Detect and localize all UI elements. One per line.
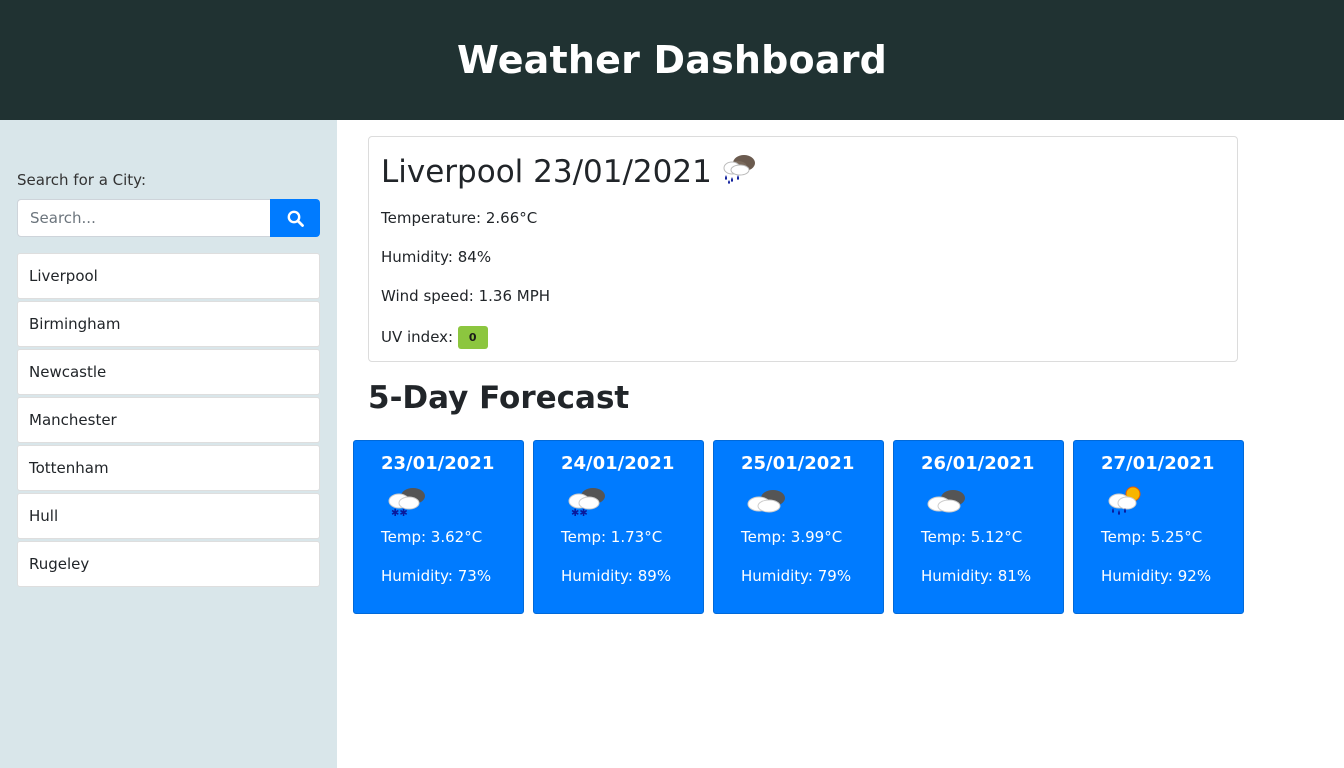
search-input[interactable] xyxy=(17,199,270,237)
forecast-date: 27/01/2021 xyxy=(1101,453,1215,474)
forecast-humidity: Humidity: 92% xyxy=(1101,567,1212,585)
layout: Search for a City: Liverpool Birmingham … xyxy=(0,120,1344,768)
current-city-date: Liverpool 23/01/2021 xyxy=(381,154,712,190)
search-button[interactable] xyxy=(270,199,320,237)
forecast-card: 26/01/2021 Temp: 5.12°C Humidity: 81% xyxy=(893,440,1064,614)
current-weather-card: Liverpool 23/01/2021 Temperature: 2.66°C xyxy=(368,136,1238,362)
current-uv-row: UV index: 0 xyxy=(381,326,1225,349)
forecast-title: 5-Day Forecast xyxy=(368,380,630,416)
city-item-rugeley[interactable]: Rugeley xyxy=(17,541,320,587)
uv-label: UV index: xyxy=(381,328,454,346)
current-wind-speed: Wind speed: 1.36 MPH xyxy=(381,287,551,305)
forecast-date: 25/01/2021 xyxy=(741,453,855,474)
forecast-row: 23/01/2021 ✱✱ Temp: 3.62°C Humidity: 73%… xyxy=(353,440,1344,614)
city-item-birmingham[interactable]: Birmingham xyxy=(17,301,320,347)
search-row xyxy=(17,199,320,237)
forecast-humidity: Humidity: 81% xyxy=(921,567,1032,585)
forecast-temp: Temp: 5.12°C xyxy=(921,528,1023,546)
forecast-card: 23/01/2021 ✱✱ Temp: 3.62°C Humidity: 73% xyxy=(353,440,524,614)
svg-text:✱✱: ✱✱ xyxy=(391,508,408,519)
city-item-liverpool[interactable]: Liverpool xyxy=(17,253,320,299)
app-header: Weather Dashboard xyxy=(0,0,1344,120)
page-title: Weather Dashboard xyxy=(456,38,888,82)
search-icon xyxy=(287,210,304,227)
cloud-icon xyxy=(921,482,1063,522)
city-item-tottenham[interactable]: Tottenham xyxy=(17,445,320,491)
forecast-card: 24/01/2021 ✱✱ Temp: 1.73°C Humidity: 89% xyxy=(533,440,704,614)
city-history-list: Liverpool Birmingham Newcastle Mancheste… xyxy=(17,253,320,587)
forecast-temp: Temp: 3.62°C xyxy=(381,528,483,546)
forecast-humidity: Humidity: 79% xyxy=(741,567,852,585)
city-item-manchester[interactable]: Manchester xyxy=(17,397,320,443)
forecast-temp: Temp: 1.73°C xyxy=(561,528,663,546)
forecast-humidity: Humidity: 73% xyxy=(381,567,492,585)
current-weather-heading: Liverpool 23/01/2021 xyxy=(381,151,1225,193)
cloud-icon xyxy=(741,482,883,522)
forecast-card: 25/01/2021 Temp: 3.99°C Humidity: 79% xyxy=(713,440,884,614)
sidebar: Search for a City: Liverpool Birmingham … xyxy=(0,120,337,768)
sun-rain-icon xyxy=(1101,482,1243,522)
city-item-hull[interactable]: Hull xyxy=(17,493,320,539)
forecast-date: 26/01/2021 xyxy=(921,453,1035,474)
forecast-temp: Temp: 3.99°C xyxy=(741,528,843,546)
main-content: Liverpool 23/01/2021 Temperature: 2.66°C xyxy=(337,120,1344,768)
snow-cloud-icon: ✱✱ xyxy=(561,482,703,522)
forecast-card: 27/01/2021 Temp: 5.25°C Humidity: 92% xyxy=(1073,440,1244,614)
uv-index-badge: 0 xyxy=(457,326,488,349)
rain-snow-icon xyxy=(718,151,758,193)
forecast-humidity: Humidity: 89% xyxy=(561,567,672,585)
forecast-temp: Temp: 5.25°C xyxy=(1101,528,1203,546)
city-item-newcastle[interactable]: Newcastle xyxy=(17,349,320,395)
current-temperature: Temperature: 2.66°C xyxy=(381,209,538,227)
snow-cloud-icon: ✱✱ xyxy=(381,482,523,522)
forecast-date: 24/01/2021 xyxy=(561,453,675,474)
search-label: Search for a City: xyxy=(17,171,147,189)
forecast-date: 23/01/2021 xyxy=(381,453,495,474)
svg-text:✱✱: ✱✱ xyxy=(571,508,588,519)
current-humidity: Humidity: 84% xyxy=(381,248,492,266)
